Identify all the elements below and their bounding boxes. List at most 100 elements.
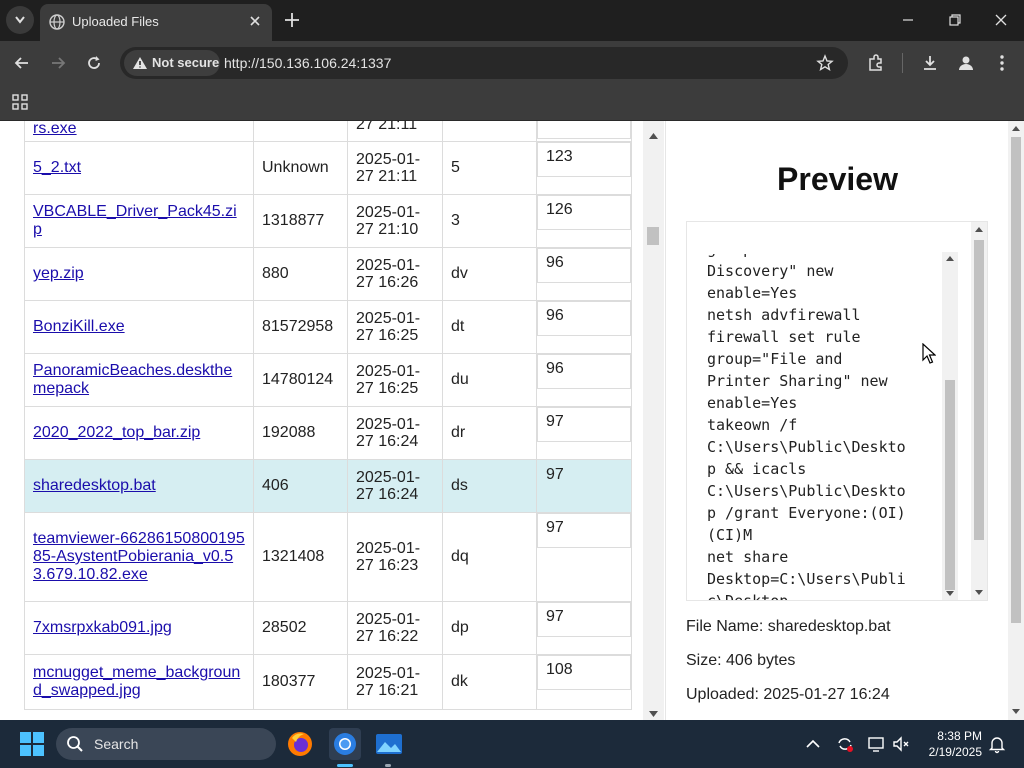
preview-upload-date: Uploaded: 2025-01-27 16:24: [686, 686, 890, 703]
taskbar-clock[interactable]: 8:38 PM 2/19/2025: [910, 728, 982, 760]
download-icon[interactable]: [920, 53, 940, 73]
profile-icon[interactable]: [956, 53, 976, 73]
file-link[interactable]: VBCABLE_Driver_Pack45.zip: [33, 203, 237, 238]
table-row[interactable]: BonziKill.exe 81572958 2025-01-27 16:25 dt 9…: [24, 300, 632, 354]
preview-inner-scrollbar[interactable]: [942, 252, 958, 600]
close-icon[interactable]: [246, 12, 264, 30]
count-value: 97: [537, 602, 631, 637]
file-link[interactable]: yep.zip: [33, 265, 84, 282]
reload-icon[interactable]: [84, 53, 104, 73]
table-row[interactable]: 2020_2022_top_bar.zip 192088 2025-01-27 16…: [24, 406, 632, 460]
table-row[interactable]: mcnugget_meme_background_swapped.jpg 1803…: [24, 654, 632, 710]
table-row[interactable]: teamviewer-6628615080019585-AsystentPobi…: [24, 512, 632, 602]
volume-muted-icon[interactable]: [891, 734, 911, 754]
address-bar[interactable]: Not secure http://150.136.106.24:1337: [120, 47, 848, 79]
file-link[interactable]: PanoramicBeaches.deskthemepack: [33, 362, 232, 397]
file-link[interactable]: sharedesktop.bat: [33, 477, 156, 494]
chrome-icon[interactable]: [329, 728, 361, 760]
windows-start-icon[interactable]: [20, 732, 44, 756]
file-link[interactable]: 7xmsrpxkab091.jpg: [33, 619, 172, 636]
taskbar-search[interactable]: Search: [56, 728, 276, 760]
browser-toolbar: Not secure http://150.136.106.24:1337: [0, 41, 1024, 85]
scrollbar-thumb[interactable]: [1011, 137, 1021, 623]
file-list-scrollbar[interactable]: [643, 121, 664, 720]
running-app-indicator: [385, 764, 391, 767]
file-id-cell: dr: [442, 406, 537, 460]
upload-date-cell: 2025-01-27 16:26: [347, 247, 443, 301]
file-size-cell: 1321408: [253, 512, 348, 602]
scroll-down-arrow-icon[interactable]: [1012, 709, 1020, 714]
back-arrow-icon[interactable]: [12, 53, 32, 73]
file-name-cell: 7xmsrpxkab091.jpg: [24, 601, 254, 655]
scroll-down-arrow-icon[interactable]: [946, 591, 954, 596]
page-scrollbar[interactable]: [1008, 121, 1024, 720]
photos-icon[interactable]: [373, 728, 405, 760]
apps-grid-icon[interactable]: [12, 94, 28, 110]
table-row[interactable]: yep.zip 880 2025-01-27 16:26 dv 96: [24, 247, 632, 301]
table-row[interactable]: PanoramicBeaches.deskthemepack 14780124 20…: [24, 353, 632, 407]
file-name-cell: sharedesktop.bat: [24, 459, 254, 513]
new-tab-icon[interactable]: [282, 10, 302, 30]
globe-icon: [49, 14, 65, 30]
count-value: 97: [537, 513, 631, 548]
file-link[interactable]: rs.exe: [33, 121, 245, 137]
firefox-icon[interactable]: [284, 728, 316, 760]
chevron-up-icon[interactable]: [803, 734, 823, 754]
scroll-down-arrow-icon[interactable]: [649, 711, 658, 717]
windows-taskbar: Search 8:38 PM 2/19/2025: [0, 720, 1024, 768]
url-text[interactable]: http://150.136.106.24:1337: [224, 55, 391, 71]
sync-icon[interactable]: [835, 734, 855, 754]
upload-date-cell: 2025-01-27 16:24: [347, 406, 443, 460]
file-link[interactable]: 5_2.txt: [33, 159, 81, 176]
more-menu-icon[interactable]: [992, 53, 1012, 73]
preview-text-area[interactable]: group="Network Discovery" new enable=Yes…: [687, 254, 959, 600]
table-row[interactable]: sharedesktop.bat 406 2025-01-27 16:24 ds 97: [24, 459, 632, 513]
scrollbar-thumb[interactable]: [974, 240, 984, 540]
file-name-cell: PanoramicBeaches.deskthemepack: [24, 353, 254, 407]
scrollbar-thumb[interactable]: [647, 227, 659, 245]
browser-tab[interactable]: Uploaded Files: [40, 4, 272, 41]
minimize-icon[interactable]: [898, 10, 918, 30]
scroll-up-arrow-icon[interactable]: [649, 133, 658, 139]
preview-content-box[interactable]: group="Network Discovery" new enable=Yes…: [686, 221, 988, 601]
table-row[interactable]: rs.exe 27 21:11: [24, 121, 632, 142]
file-link[interactable]: mcnugget_meme_background_swapped.jpg: [33, 664, 240, 699]
file-size-cell: [253, 121, 348, 142]
scroll-down-arrow-icon[interactable]: [975, 590, 983, 595]
preview-file-size: Size: 406 bytes: [686, 652, 796, 669]
file-link[interactable]: teamviewer-6628615080019585-AsystentPobi…: [33, 530, 245, 583]
count-value: 123: [537, 142, 631, 177]
count-value: 108: [537, 655, 631, 690]
upload-date-cell: 2025-01-27 16:25: [347, 353, 443, 407]
file-link[interactable]: 2020_2022_top_bar.zip: [33, 424, 200, 441]
table-row[interactable]: 7xmsrpxkab091.jpg 28502 2025-01-27 16:22 dp…: [24, 601, 632, 655]
close-window-icon[interactable]: [991, 10, 1011, 30]
file-id-cell: [442, 121, 537, 142]
file-size-cell: 880: [253, 247, 348, 301]
restore-icon[interactable]: [945, 10, 965, 30]
tab-search-button[interactable]: [6, 6, 34, 34]
scrollbar-thumb[interactable]: [945, 380, 955, 590]
search-icon: [67, 736, 83, 752]
chevron-down-icon: [15, 16, 25, 24]
preview-outer-scrollbar[interactable]: [971, 222, 987, 600]
count-cell: 96: [536, 247, 632, 301]
file-id-cell: dk: [442, 654, 537, 710]
count-cell: 97: [536, 406, 632, 460]
upload-date-cell: 2025-01-27 21:11: [347, 141, 443, 195]
forward-arrow-icon[interactable]: [48, 53, 68, 73]
scroll-up-arrow-icon[interactable]: [1012, 126, 1020, 131]
security-chip[interactable]: Not secure: [124, 50, 220, 76]
extensions-icon[interactable]: [866, 53, 886, 73]
upload-date-cell: 2025-01-27 21:10: [347, 194, 443, 248]
scroll-up-arrow-icon[interactable]: [946, 256, 954, 261]
bookmark-star-icon[interactable]: [816, 54, 834, 72]
upload-date-cell: 2025-01-27 16:25: [347, 300, 443, 354]
scroll-up-arrow-icon[interactable]: [975, 227, 983, 232]
file-id-cell: ds: [442, 459, 537, 513]
table-row[interactable]: VBCABLE_Driver_Pack45.zip 1318877 2025-01-…: [24, 194, 632, 248]
table-row[interactable]: 5_2.txt Unknown 2025-01-27 21:11 5 123: [24, 141, 632, 195]
network-icon[interactable]: [866, 734, 886, 754]
file-link[interactable]: BonziKill.exe: [33, 318, 125, 335]
notification-bell-icon[interactable]: [987, 734, 1007, 754]
